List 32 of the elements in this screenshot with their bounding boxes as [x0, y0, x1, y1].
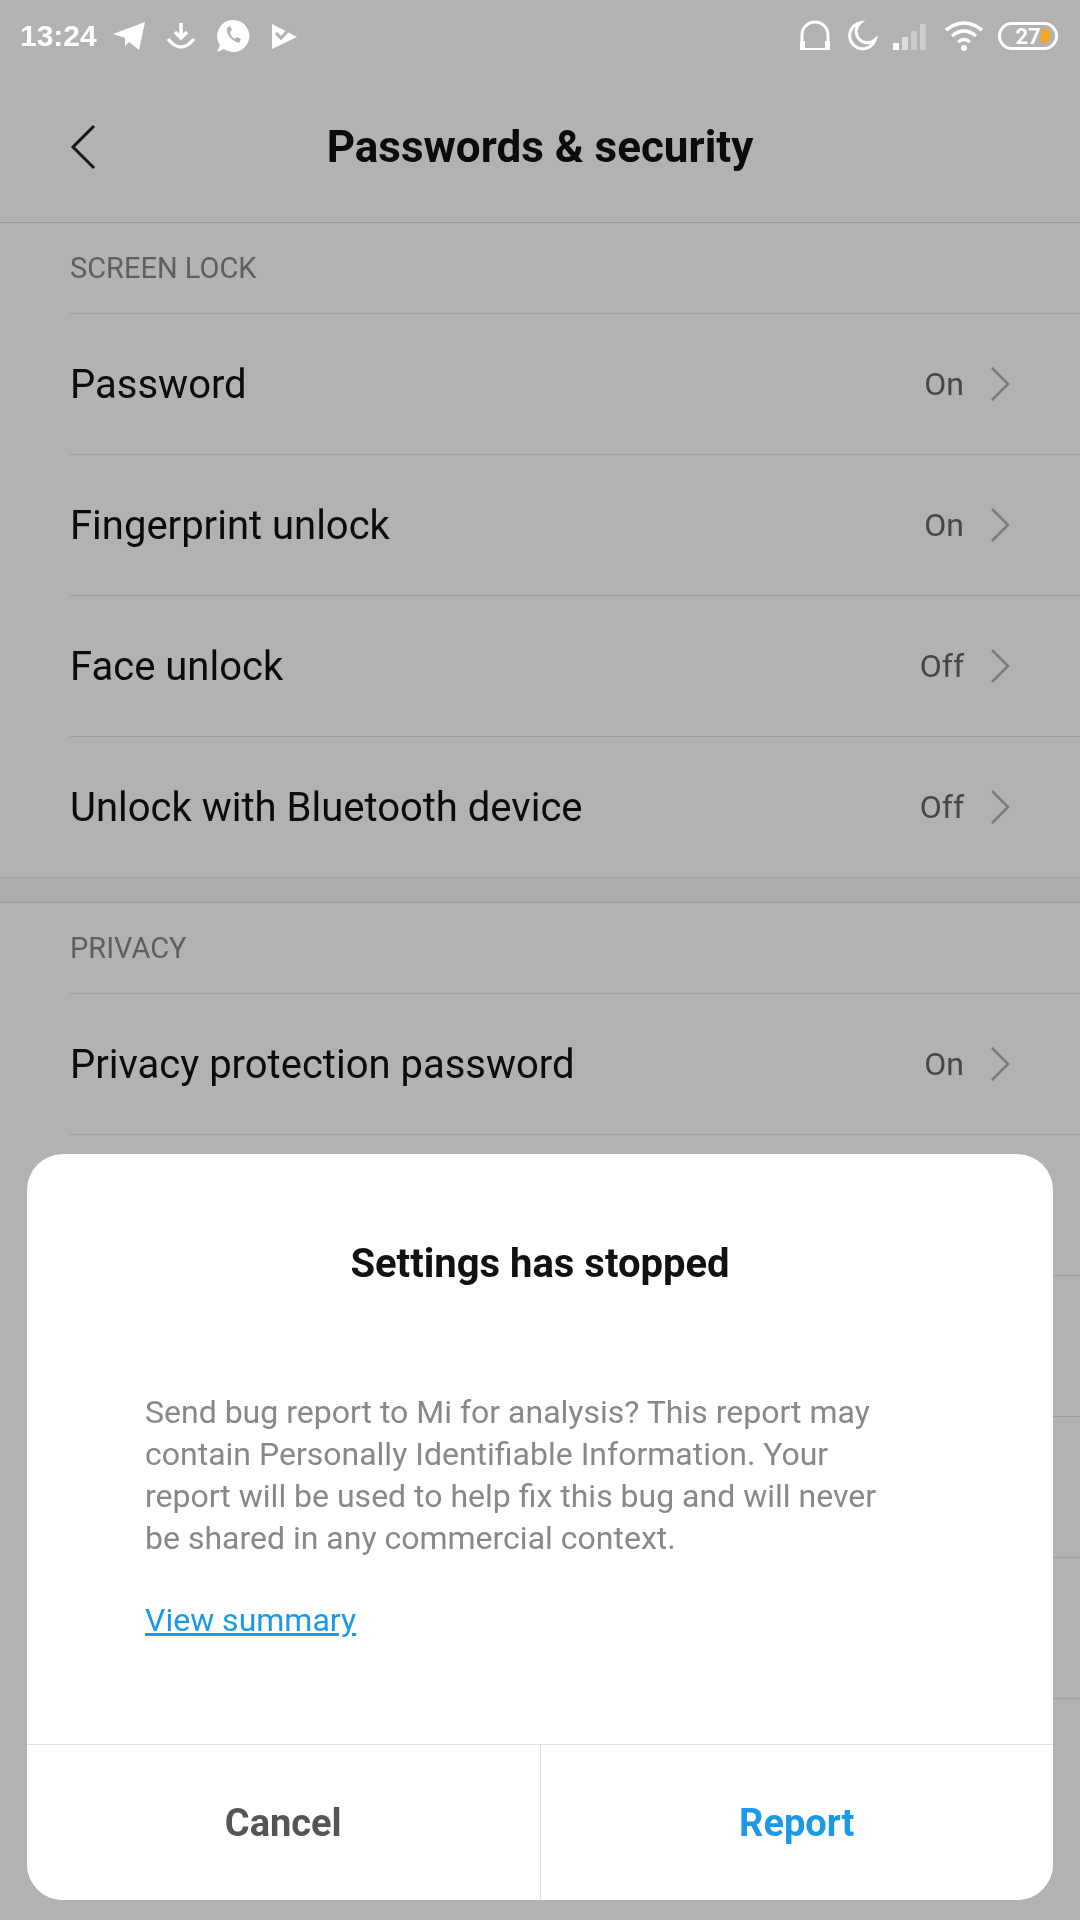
headphones-icon	[798, 19, 832, 53]
page-title: Passwords & security	[326, 121, 754, 173]
section-header: SCREEN LOCK	[69, 250, 258, 287]
row-value: On	[924, 506, 964, 544]
row-label: Privacy protection password	[70, 1040, 576, 1088]
settings-row[interactable]: Password On	[70, 313, 1080, 454]
phone-bubble-icon	[214, 18, 251, 54]
row-value: Off	[919, 788, 964, 826]
status-time: 13:24	[20, 19, 97, 53]
settings-row[interactable]: Fingerprint unlock On	[70, 454, 1080, 595]
chevron-icon	[990, 1046, 1010, 1082]
row-value: Off	[919, 647, 964, 685]
row-label: Face unlock	[70, 642, 285, 690]
download-icon	[164, 21, 197, 51]
chevron-icon	[990, 789, 1010, 825]
dialog-title: Settings has stopped	[349, 1240, 731, 1287]
settings-row[interactable]: Privacy protection password On	[70, 993, 1080, 1134]
settings-row[interactable]: Face unlock Off	[70, 595, 1080, 736]
row-label: Unlock with Bluetooth device	[70, 783, 584, 831]
chevron-icon	[990, 648, 1010, 684]
row-label: Fingerprint unlock	[70, 501, 391, 549]
dialog-message: Send bug report to Mi for analysis? This report may contain Personally Identifiable Information. Your report will be used to help fix this bug and will never be shared in any commercial context.	[145, 1392, 878, 1559]
chevron-icon	[990, 507, 1010, 543]
wifi-icon	[944, 20, 984, 52]
chevron-icon	[990, 366, 1010, 402]
row-label: Password	[70, 360, 248, 408]
back-icon[interactable]	[70, 124, 96, 170]
moon-icon	[846, 20, 878, 52]
row-value: On	[924, 1045, 964, 1083]
section-header: PRIVACY	[69, 930, 188, 967]
row-value: On	[924, 365, 964, 403]
battery-indicator: 27	[998, 22, 1058, 50]
